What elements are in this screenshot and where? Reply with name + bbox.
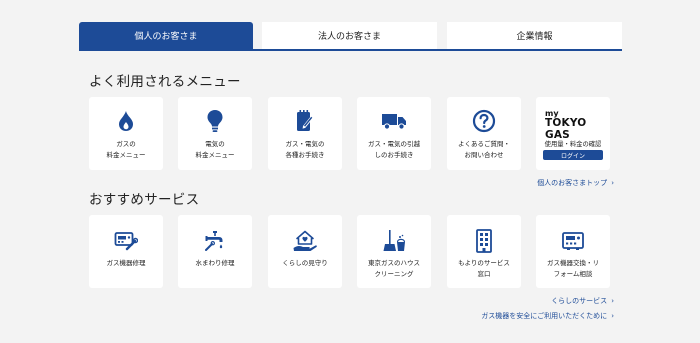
cleaning-icon (357, 229, 431, 253)
service-section-title: おすすめサービス (89, 192, 200, 208)
card-service-window[interactable]: もよりのサービス 窓口 (447, 215, 521, 288)
card-label: 水まわり修理 (195, 259, 235, 267)
login-button[interactable]: ログイン (543, 150, 603, 160)
card-faq[interactable]: よくあるご質問・ お問い合わせ (447, 97, 521, 170)
light-bulb-icon (178, 109, 252, 133)
mytokyogas-logo-name: TOKYO GAS (545, 117, 587, 141)
faucet-repair-icon (178, 229, 252, 253)
card-mytokyogas[interactable]: my TOKYO GAS 使用量・料金の確認 ログイン (536, 97, 610, 170)
card-label: ガス・電気の引越 しのお手続き (368, 140, 420, 159)
moving-truck-icon (357, 109, 431, 133)
chevron-right-icon: › (611, 297, 614, 305)
card-house-cleaning[interactable]: 東京ガスのハウス クリーニング (357, 215, 431, 288)
card-label: ガス機器修理 (106, 259, 146, 267)
main-tabs: 個人のお客さま 法人のお客さま 企業情報 (79, 22, 622, 51)
card-label: もよりのサービス 窓口 (458, 259, 510, 278)
card-label: 電気の 料金メニュー (195, 140, 235, 159)
card-label: ガス・電気の 各種お手続き (285, 140, 325, 159)
tab-company-info[interactable]: 企業情報 (447, 22, 622, 49)
link-text: くらしのサービス (551, 297, 608, 305)
home-care-icon (268, 229, 342, 253)
card-label: ガスの 料金メニュー (106, 140, 146, 159)
link-text: 個人のお客さまトップ (537, 179, 608, 187)
card-appliance-exchange[interactable]: ガス機器交換・リ フォーム相談 (536, 215, 610, 288)
tab-individual[interactable]: 個人のお客さま (79, 22, 253, 49)
link-text: ガス機器を安全にご利用いただくために (481, 312, 608, 320)
card-water-repair[interactable]: 水まわり修理 (178, 215, 252, 288)
lifestyle-services-link[interactable]: くらしのサービス › (551, 296, 614, 306)
building-icon (447, 229, 521, 253)
gas-flame-icon (89, 109, 163, 133)
question-circle-icon (447, 109, 521, 133)
safety-info-link[interactable]: ガス機器を安全にご利用いただくために › (481, 311, 614, 321)
card-label: 東京ガスのハウス クリーニング (368, 259, 420, 278)
card-appliance-repair[interactable]: ガス機器修理 (89, 215, 163, 288)
card-moving[interactable]: ガス・電気の引越 しのお手続き (357, 97, 431, 170)
card-home-watch[interactable]: くらしの見守り (268, 215, 342, 288)
tab-corporate[interactable]: 法人のお客さま (262, 22, 437, 49)
card-procedures[interactable]: ガス・電気の 各種お手続き (268, 97, 342, 170)
chevron-right-icon: › (611, 179, 614, 187)
card-gas-rates[interactable]: ガスの 料金メニュー (89, 97, 163, 170)
card-label: くらしの見守り (282, 259, 328, 267)
menu-section-title: よく利用されるメニュー (89, 74, 241, 90)
individual-top-link[interactable]: 個人のお客さまトップ › (537, 178, 614, 188)
card-label: ガス機器交換・リ フォーム相談 (547, 259, 599, 278)
notepad-pencil-icon (268, 109, 342, 133)
card-electric-rates[interactable]: 電気の 料金メニュー (178, 97, 252, 170)
chevron-right-icon: › (611, 312, 614, 320)
appliance-exchange-icon (536, 229, 610, 253)
appliance-repair-icon (89, 229, 163, 253)
mytokyogas-subtitle: 使用量・料金の確認 (544, 141, 602, 148)
card-label: よくあるご質問・ お問い合わせ (458, 140, 510, 159)
